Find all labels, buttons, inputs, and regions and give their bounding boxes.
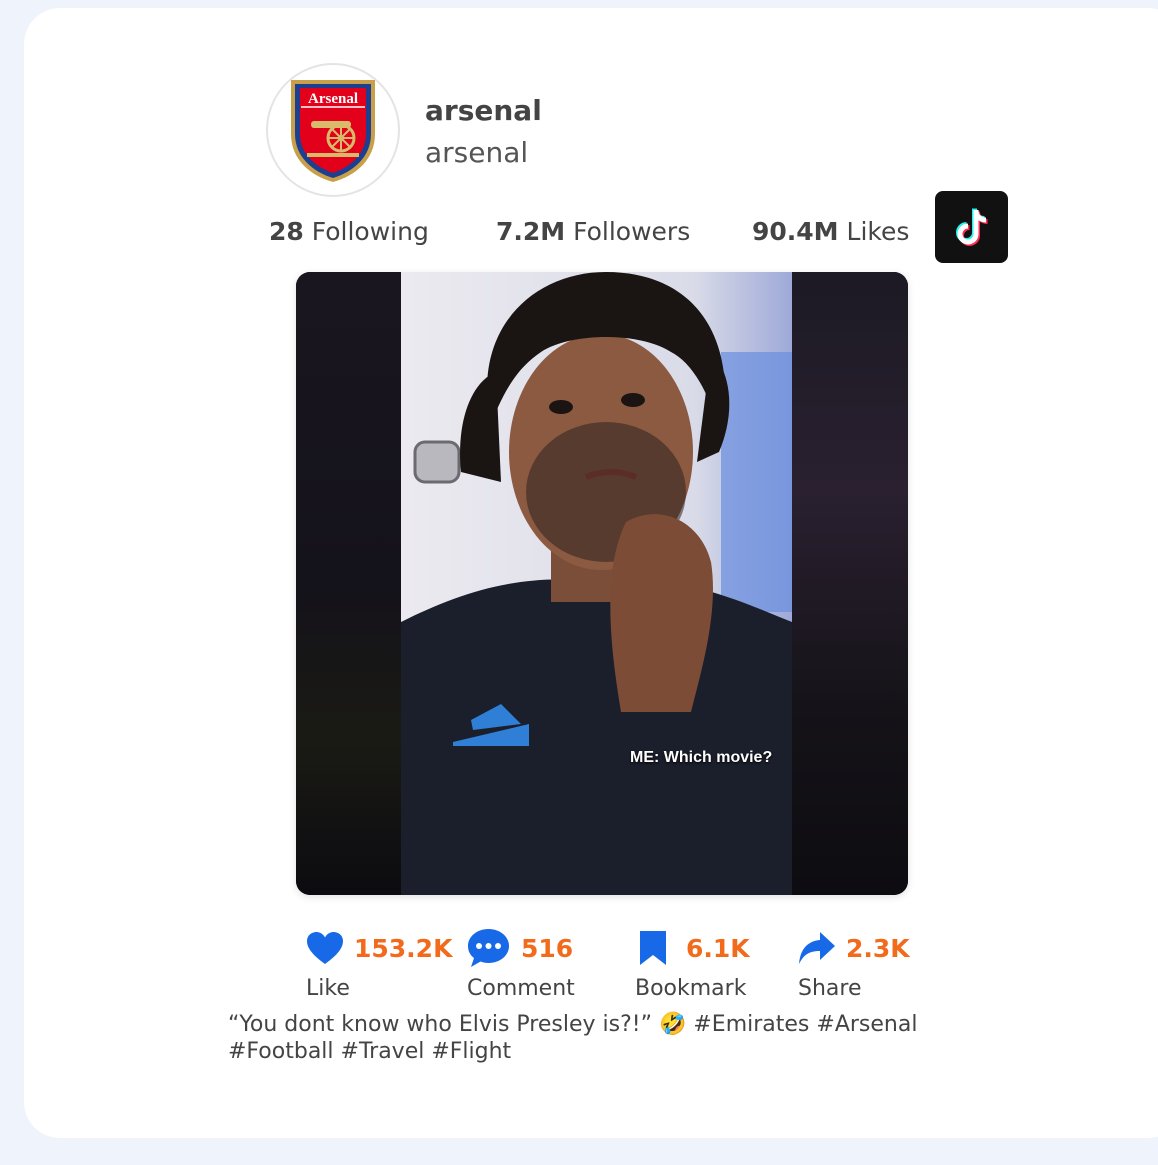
- video-player[interactable]: ME: Which movie?: [296, 272, 908, 895]
- bookmark-label: Bookmark: [635, 976, 747, 1001]
- tiktok-logo-button[interactable]: [935, 191, 1008, 263]
- likes-stat: 90.4M Likes: [752, 217, 909, 246]
- arsenal-logo-text: Arsenal: [308, 91, 358, 107]
- like-count: 153.2K: [354, 933, 453, 963]
- bookmark-icon: [640, 931, 666, 965]
- profile-avatar[interactable]: Arsenal: [266, 63, 400, 197]
- following-stat[interactable]: 28 Following: [269, 217, 429, 246]
- following-count: 28: [269, 217, 304, 246]
- tiktok-logo-icon: [955, 208, 988, 246]
- bookmark-button[interactable]: 6.1K: [638, 928, 750, 968]
- share-arrow-icon: [799, 932, 835, 964]
- share-label: Share: [798, 976, 862, 1001]
- comment-bubble-icon: [468, 929, 509, 967]
- post-description: “You dont know who Elvis Presley is?!” 🤣…: [228, 1011, 928, 1065]
- comment-button[interactable]: 516: [466, 928, 573, 968]
- likes-count: 90.4M: [752, 217, 839, 246]
- followers-count: 7.2M: [496, 217, 566, 246]
- share-button[interactable]: 2.3K: [798, 928, 910, 968]
- following-label: Following: [311, 217, 429, 246]
- comment-label: Comment: [467, 976, 575, 1001]
- comment-count: 516: [521, 933, 574, 963]
- video-still-image: [401, 272, 792, 895]
- like-button[interactable]: 153.2K: [306, 928, 452, 968]
- arsenal-crest-logo: Arsenal: [291, 80, 375, 182]
- heart-icon: [307, 932, 343, 964]
- post-description-line-2: #Football #Travel #Flight: [228, 1039, 512, 1064]
- like-label: Like: [306, 976, 350, 1001]
- share-count: 2.3K: [846, 933, 910, 963]
- video-frame: ME: Which movie?: [401, 272, 792, 895]
- followers-label: Followers: [573, 217, 691, 246]
- video-blur-left: [296, 272, 401, 895]
- post-description-line-1: “You dont know who Elvis Presley is?!” 🤣…: [228, 1012, 918, 1037]
- video-caption-overlay: ME: Which movie?: [630, 749, 773, 766]
- profile-username: arsenal: [425, 136, 529, 169]
- bookmark-count: 6.1K: [686, 933, 750, 963]
- likes-label: Likes: [846, 217, 910, 246]
- video-blur-right: [792, 272, 908, 895]
- profile-display-name[interactable]: arsenal: [425, 94, 542, 127]
- followers-stat[interactable]: 7.2M Followers: [496, 217, 690, 246]
